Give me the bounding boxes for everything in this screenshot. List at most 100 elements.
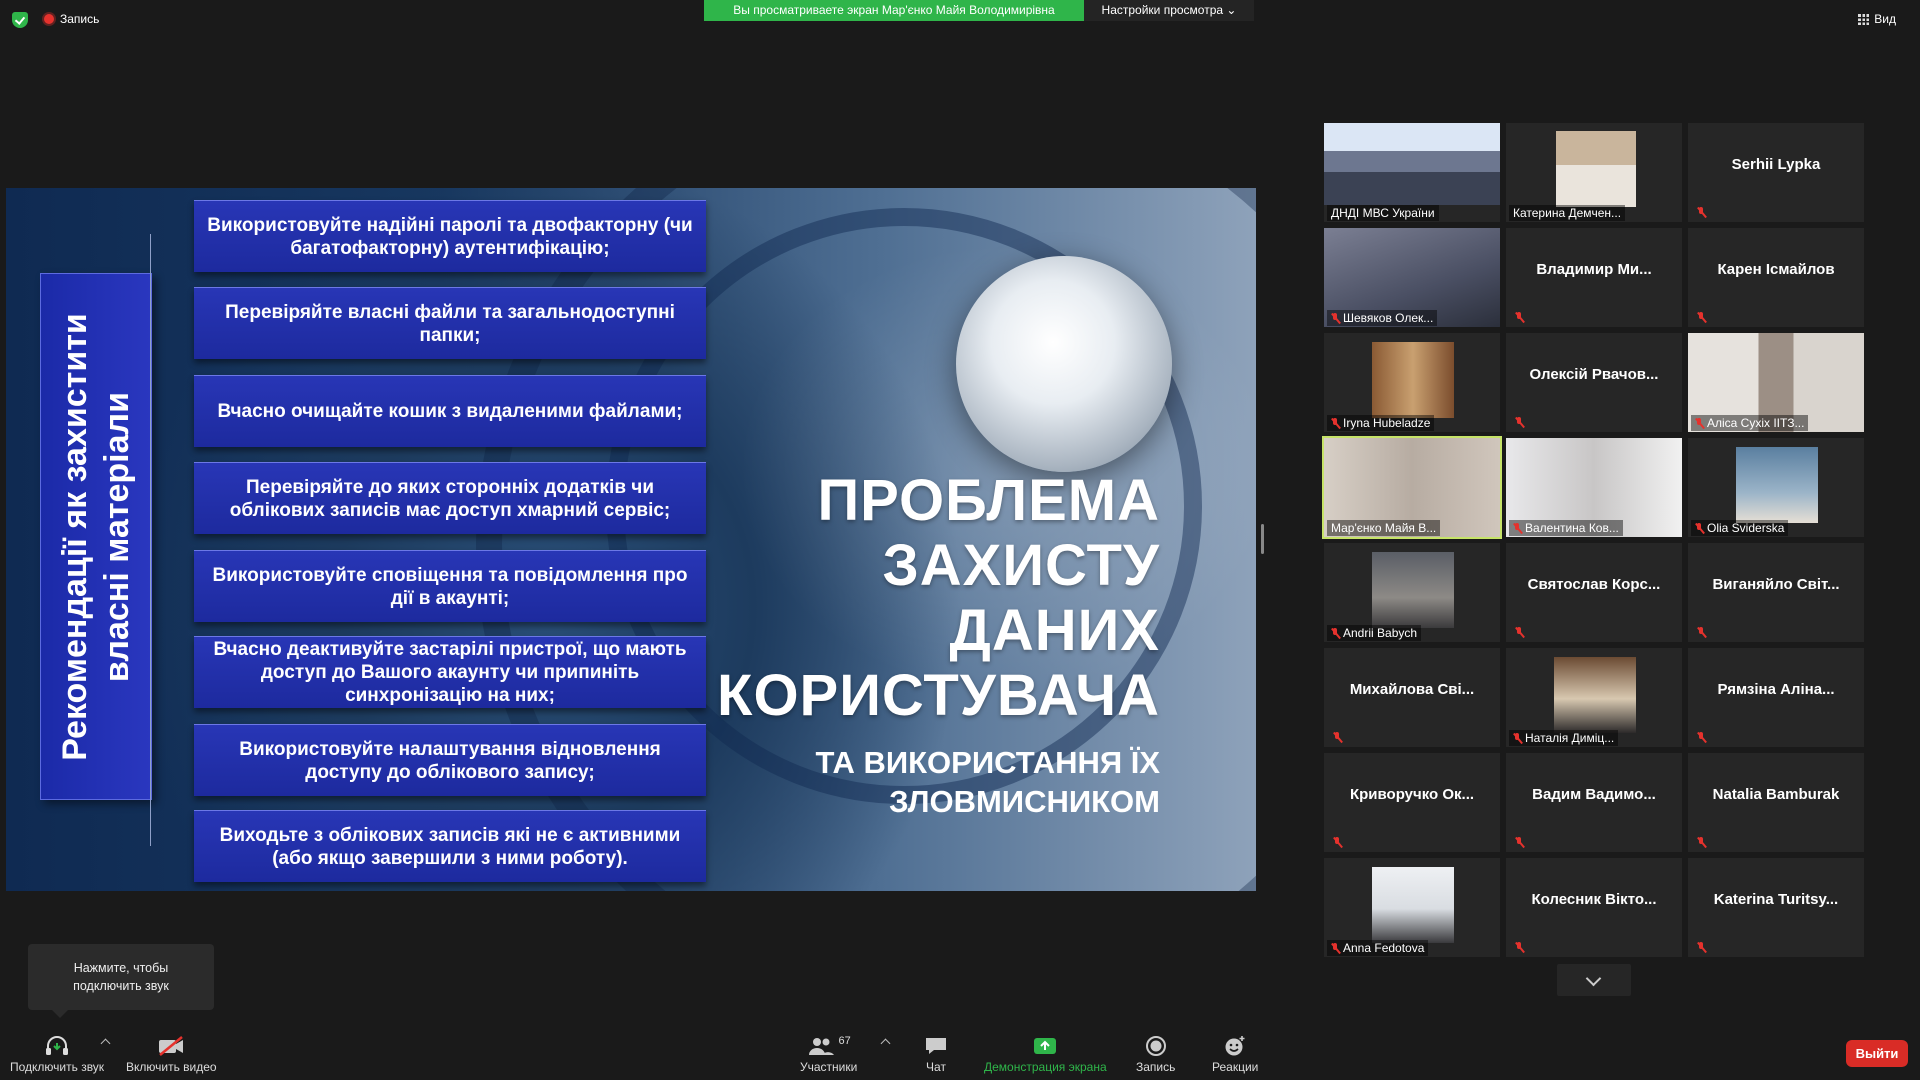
participant-tile[interactable]: Святослав Корс...	[1506, 543, 1682, 642]
participant-name: Natalia Bamburak	[1712, 786, 1840, 803]
participant-name: Katerina Turitsy...	[1713, 891, 1839, 908]
participant-name: Рямзіна Аліна...	[1717, 681, 1835, 698]
slide-title-line: ПРОБЛЕМА	[817, 468, 1160, 533]
recommendation-item: Використовуйте надійні паролі та двофакт…	[194, 200, 706, 272]
security-shield-icon[interactable]	[12, 12, 28, 28]
chat-label: Чат	[926, 1060, 946, 1074]
share-screen-button[interactable]: Демонстрация экрана	[984, 1032, 1107, 1074]
recommendation-item: Перевіряйте до яких сторонніх додатків ч…	[194, 462, 706, 534]
participant-tile[interactable]: Olia Sviderska	[1688, 438, 1864, 537]
view-button[interactable]: Вид	[1858, 12, 1896, 26]
participant-video	[1556, 131, 1636, 207]
participant-tile[interactable]: Наталія Диміц...	[1506, 648, 1682, 747]
mic-muted-icon	[1697, 837, 1706, 848]
reactions-label: Реакции	[1212, 1060, 1259, 1074]
mic-muted-icon	[1331, 312, 1340, 324]
participant-tile[interactable]: Katerina Turitsy...	[1688, 858, 1864, 957]
tooltip-text-line: подключить звук	[73, 979, 169, 993]
recommendation-item: Вчасно очищайте кошик з видаленими файла…	[194, 375, 706, 447]
chat-icon	[924, 1032, 948, 1060]
participant-tile[interactable]: Аліса Сухіх ІІТЗ...	[1688, 333, 1864, 432]
screen-share-banner: Вы просматриваете экран Мар'єнко Майя Во…	[704, 0, 1084, 21]
leave-meeting-button[interactable]: Выйти	[1846, 1040, 1908, 1067]
mic-muted-icon	[1513, 732, 1522, 744]
participant-tile[interactable]: Вадим Вадимо...	[1506, 753, 1682, 852]
mic-muted-icon	[1331, 627, 1340, 639]
participant-tile[interactable]: Мар'єнко Майя В...	[1322, 436, 1502, 539]
participant-tile[interactable]: Катерина Демчен...	[1506, 123, 1682, 222]
reactions-button[interactable]: Реакции	[1212, 1032, 1258, 1074]
recording-label: Запись	[60, 12, 100, 26]
mic-muted-icon	[1697, 207, 1706, 218]
participant-video	[1736, 447, 1818, 523]
participant-name-label: Катерина Демчен...	[1509, 205, 1626, 221]
video-off-icon	[156, 1032, 186, 1060]
tooltip-text-line: Нажмите, чтобы	[73, 961, 169, 975]
start-video-label: Включить видео	[126, 1060, 217, 1074]
participant-name: Наталія Диміц...	[1525, 731, 1615, 745]
participants-icon: 67	[807, 1032, 851, 1060]
participant-name: Anna Fedotova	[1343, 941, 1425, 955]
participant-tile[interactable]: ДНДІ МВС України	[1324, 123, 1500, 222]
slide-title-line: ЗАХИСТУ	[882, 533, 1160, 598]
chat-button[interactable]: Чат	[924, 1032, 948, 1074]
participant-tile[interactable]: Колесник Вікто...	[1506, 858, 1682, 957]
view-label: Вид	[1874, 12, 1896, 26]
grid-view-icon	[1858, 13, 1870, 25]
mic-muted-icon	[1697, 732, 1706, 743]
participant-name: Криворучко Ок...	[1349, 786, 1475, 803]
participant-video	[1372, 342, 1454, 418]
share-screen-icon	[1032, 1032, 1058, 1060]
participant-name: Святослав Корс...	[1527, 576, 1661, 593]
mic-muted-icon	[1331, 942, 1340, 954]
participants-label: Участники	[800, 1060, 858, 1074]
view-options-dropdown[interactable]: Настройки просмотра ⌄	[1084, 0, 1254, 21]
participant-tile[interactable]: Natalia Bamburak	[1688, 753, 1864, 852]
slide-title-line: КОРИСТУВАЧА	[717, 663, 1160, 728]
participant-name-label: Валентина Ков...	[1509, 520, 1623, 536]
slide-vertical-title: Рекомендації як захистити власні матеріа…	[56, 312, 136, 761]
record-icon	[1144, 1032, 1168, 1060]
participant-tile[interactable]: Andrii Babych	[1324, 543, 1500, 642]
participant-tile[interactable]: Михайлова Сві...	[1324, 648, 1500, 747]
participant-name-label: Наталія Диміц...	[1509, 730, 1619, 746]
participant-name: Виганяйло Світ...	[1712, 576, 1840, 593]
recording-indicator[interactable]: Запись	[44, 12, 99, 26]
participant-name-label: Шевяков Олек...	[1327, 310, 1438, 326]
participants-button[interactable]: 67 Участники	[800, 1032, 857, 1074]
record-button[interactable]: Запись	[1136, 1032, 1175, 1074]
gallery-scroll-down-button[interactable]	[1557, 964, 1631, 996]
participant-name: Аліса Сухіх ІІТЗ...	[1707, 416, 1805, 430]
slide-subtitle-line: ЗЛОВМИСНИКОМ	[889, 784, 1160, 819]
slide-main-title: ПРОБЛЕМА ЗАХИСТУ ДАНИХ КОРИСТУВАЧА	[717, 468, 1160, 728]
mic-muted-icon	[1695, 417, 1704, 429]
participant-name-label: Аліса Сухіх ІІТЗ...	[1691, 415, 1809, 431]
join-audio-button[interactable]: Подключить звук	[10, 1032, 104, 1074]
participant-tile[interactable]: Виганяйло Світ...	[1688, 543, 1864, 642]
start-video-button[interactable]: Включить видео	[126, 1032, 217, 1074]
participant-tile[interactable]: Рямзіна Аліна...	[1688, 648, 1864, 747]
participant-tile[interactable]: Карен Ісмайлов	[1688, 228, 1864, 327]
participant-name: ДНДІ МВС України	[1331, 206, 1435, 220]
participant-tile[interactable]: Владимир Ми...	[1506, 228, 1682, 327]
participant-name: Andrii Babych	[1343, 626, 1418, 640]
participant-video	[1372, 552, 1454, 628]
mic-muted-icon	[1697, 627, 1706, 638]
participants-caret-icon[interactable]	[880, 1038, 891, 1049]
split-resize-handle[interactable]	[1261, 524, 1264, 554]
participant-tile[interactable]: Serhii Lypka	[1688, 123, 1864, 222]
participant-tile[interactable]: Anna Fedotova	[1324, 858, 1500, 957]
chevron-down-icon: ⌄	[1226, 3, 1237, 17]
participant-tile[interactable]: Iryna Hubeladze	[1324, 333, 1500, 432]
participant-name: Вадим Вадимо...	[1532, 786, 1656, 803]
participant-tile[interactable]: Валентина Ков...	[1506, 438, 1682, 537]
view-options-label: Настройки просмотра	[1101, 3, 1224, 17]
participant-name-label: Olia Sviderska	[1691, 520, 1789, 536]
participant-tile[interactable]: Шевяков Олек...	[1324, 228, 1500, 327]
participant-tile[interactable]: Криворучко Ок...	[1324, 753, 1500, 852]
join-audio-tooltip: Нажмите, чтобы подключить звук	[28, 944, 214, 1018]
participant-name-label: Andrii Babych	[1327, 625, 1422, 641]
participant-video	[1554, 657, 1636, 733]
participant-name: Олексій Рвачов...	[1529, 366, 1659, 383]
participant-tile[interactable]: Олексій Рвачов...	[1506, 333, 1682, 432]
